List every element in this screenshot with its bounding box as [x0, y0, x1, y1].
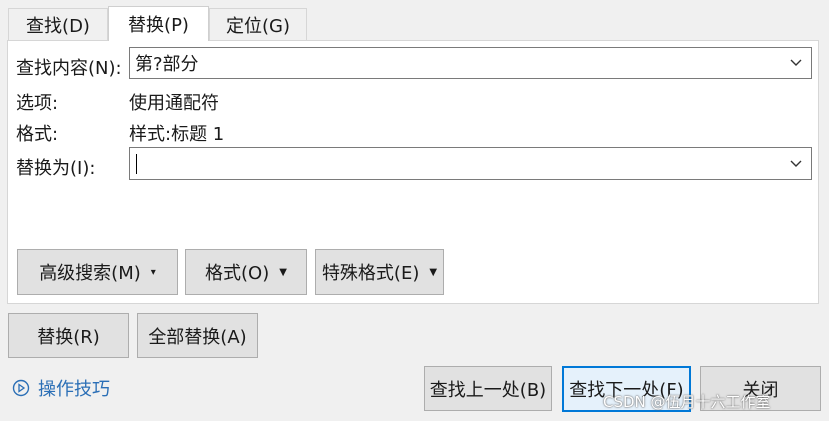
tips-link[interactable]: 操作技巧 [12, 375, 110, 401]
replace-button[interactable]: 替换(R) [8, 313, 129, 358]
replace-all-label: 全部替换(A) [148, 326, 247, 348]
find-value: 第?部分 [135, 54, 199, 75]
advanced-search-button[interactable]: 高级搜索(M) ▾ [17, 249, 178, 295]
find-input[interactable]: 第?部分 [129, 47, 812, 79]
replace-panel: 查找内容(N): 第?部分 选项: 使用通配符 格式: 样式:标题 1 替换为(… [7, 40, 819, 304]
replace-all-button[interactable]: 全部替换(A) [137, 313, 258, 358]
dropdown-arrow-icon: ▼ [429, 266, 438, 278]
options-label: 选项: [16, 93, 59, 114]
replace-label: 替换为(I): [16, 158, 96, 179]
tab-find[interactable]: 查找(D) [8, 8, 108, 40]
tab-goto[interactable]: 定位(G) [209, 8, 307, 40]
tips-label: 操作技巧 [38, 379, 110, 400]
dropdown-arrow-icon: ▾ [150, 266, 156, 278]
find-previous-button[interactable]: 查找上一处(B) [424, 366, 552, 411]
find-previous-label: 查找上一处(B) [429, 379, 547, 401]
watermark: CSDN @伍月十六工作室 [603, 393, 771, 411]
options-value: 使用通配符 [129, 93, 219, 114]
find-label: 查找内容(N): [16, 58, 122, 79]
special-format-button[interactable]: 特殊格式(E) ▼ [315, 249, 444, 295]
replace-input[interactable] [129, 147, 812, 180]
dropdown-arrow-icon: ▼ [279, 266, 287, 278]
tab-find-label: 查找(D) [26, 15, 90, 37]
tab-replace[interactable]: 替换(P) [108, 6, 209, 41]
advanced-search-label: 高级搜索(M) [39, 263, 141, 284]
chevron-down-icon[interactable] [781, 148, 811, 179]
format-button[interactable]: 格式(O) ▼ [185, 249, 307, 295]
replace-button-label: 替换(R) [37, 326, 100, 348]
format-label: 格式: [16, 124, 59, 145]
format-value: 样式:标题 1 [129, 124, 225, 145]
play-circle-icon [12, 379, 30, 397]
tab-replace-label: 替换(P) [128, 15, 189, 36]
text-cursor [136, 153, 137, 174]
special-format-label: 特殊格式(E) [321, 263, 420, 284]
chevron-down-icon[interactable] [781, 48, 811, 78]
tab-goto-label: 定位(G) [226, 15, 290, 37]
format-button-label: 格式(O) [205, 263, 270, 284]
